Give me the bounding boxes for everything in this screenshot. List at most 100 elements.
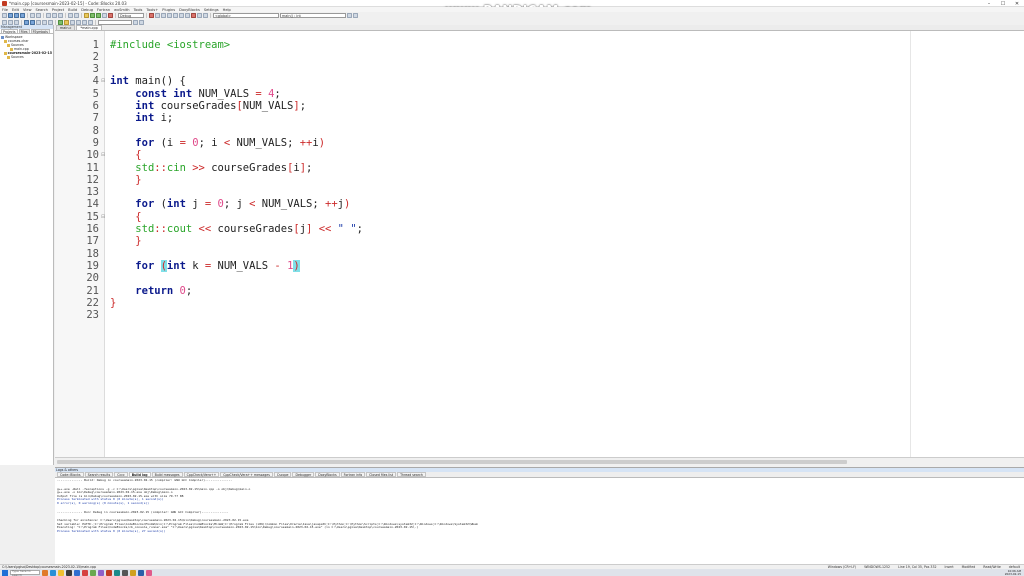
logs-tab[interactable]: DoxyBlocks [315,472,340,477]
taskbar-search-input[interactable]: Type here to search [10,569,40,576]
code-line[interactable]: 9 for (i = 0; i < NUM_VALS; ++i) [55,137,1024,149]
editor-tab[interactable]: main.c [56,25,76,30]
logs-tab[interactable]: Cscope [273,472,292,477]
debug-info-button[interactable] [203,13,208,18]
html-docs-button[interactable] [82,19,87,25]
menu-search[interactable]: Search [36,8,48,12]
fold-marker-icon[interactable]: ⊟ [101,75,105,87]
cut-button[interactable] [46,13,51,18]
code-line[interactable]: 12 } [55,174,1024,186]
code-line[interactable]: 5 const int NUM_VALS = 4; [55,88,1024,100]
copy-button[interactable] [52,13,57,18]
horizontal-scrollbar[interactable] [55,457,1024,465]
indent-button[interactable] [42,19,47,25]
taskbar-app-icon[interactable] [90,569,96,576]
editor-tab[interactable]: *main.cpp [76,25,102,30]
logs-tab[interactable]: Thread search [397,472,426,477]
paste-button[interactable] [58,13,63,18]
logs-tab[interactable]: CppCheck/Vera++ messages [220,472,273,477]
code-line[interactable]: 2 [55,51,1024,63]
code-completion-select[interactable] [98,19,132,25]
chm-docs-button[interactable] [88,19,93,25]
build-target-select[interactable]: Debug [118,13,144,18]
code-line[interactable]: 4 ⊟ int main() { [55,75,1024,87]
logs-tab[interactable]: CppCheck/Vera++ [183,472,220,477]
logs-tab[interactable]: Search results [84,472,114,477]
menu-view[interactable]: View [23,8,32,12]
code-line[interactable]: 16 std::cout << courseGrades[j] << " "; [55,223,1024,235]
code-line[interactable]: 3 [55,63,1024,75]
run-to-cursor-button[interactable] [155,13,160,18]
management-tab-fsymbols[interactable]: FSymbols [30,29,50,34]
code-line[interactable]: 10 ⊟ { [55,149,1024,161]
logs-tab[interactable]: Cccc [114,472,128,477]
taskbar-app-icon[interactable] [138,569,144,576]
menu-settings[interactable]: Settings [204,8,219,12]
menu-wxsmith[interactable]: wxSmith [114,8,130,12]
taskbar-app-icon[interactable] [122,569,128,576]
unindent-button[interactable] [48,19,53,25]
scrollbar-thumb[interactable] [57,460,847,464]
menu-fortran[interactable]: Fortran [97,8,110,12]
stop-debugger-button[interactable] [191,13,196,18]
code-line[interactable]: 18 [55,248,1024,260]
toggle-bookmark-button[interactable] [2,19,7,25]
step-into-instruction-button[interactable] [185,13,190,18]
run-button[interactable] [90,13,95,18]
code-line[interactable]: 11 std::cin >> courseGrades[i]; [55,162,1024,174]
find-button[interactable] [68,13,73,18]
next-line-button[interactable] [161,13,166,18]
logs-tab[interactable]: Fortran info [340,472,366,477]
maximize-button[interactable]: ☐ [996,0,1010,7]
redo-button[interactable] [36,13,41,18]
step-out-button[interactable] [173,13,178,18]
menu-build[interactable]: Build [68,8,77,12]
taskbar-app-icon[interactable] [106,569,112,576]
save-all-button[interactable] [20,13,25,18]
minimize-button[interactable]: – [982,0,996,7]
taskbar-app-icon[interactable] [98,569,104,576]
debug-windows-button[interactable] [197,13,202,18]
tree-item[interactable]: coursesmain-2023-02-15 [1,51,52,55]
close-button[interactable]: ✕ [1010,0,1024,7]
build-and-run-button[interactable] [96,13,101,18]
menu-tools[interactable]: Tools [134,8,143,12]
extract-docs-button[interactable] [70,19,75,25]
code-line[interactable]: 6 int courseGrades[NUM_VALS]; [55,100,1024,112]
menu-debug[interactable]: Debug [81,8,93,12]
code-line[interactable]: 1 #include <iostream> [55,39,1024,51]
highlight-button[interactable] [139,19,144,25]
menu-help[interactable]: Help [223,8,231,12]
taskbar-app-icon[interactable] [50,569,56,576]
logs-tab[interactable]: Build messages [151,472,183,477]
next-instruction-button[interactable] [179,13,184,18]
replace-button[interactable] [74,13,79,18]
taskbar-app-icon[interactable] [114,569,120,576]
doxyblocks-button[interactable] [58,19,63,25]
code-line[interactable]: 20 [55,272,1024,284]
prev-bookmark-button[interactable] [8,19,13,25]
code-line[interactable]: 15 ⊟ { [55,211,1024,223]
new-file-button[interactable] [2,13,7,18]
system-tray-clock[interactable]: 10:06 AM 2023-02-15 [1005,569,1021,576]
code-line[interactable]: 19 for (int k = NUM_VALS - 1) [55,259,1024,272]
menu-doxyblocks[interactable]: DoxyBlocks [179,8,200,12]
open-file-button[interactable] [8,13,13,18]
logs-tab[interactable]: Code::Blocks [57,472,84,477]
symbol-select[interactable]: main() : int [280,13,346,18]
code-line[interactable]: 17 } [55,235,1024,247]
doxywizard-button[interactable] [64,19,69,25]
management-tab-files[interactable]: Files [18,29,30,34]
management-tab-projects[interactable]: Projects [1,29,18,34]
match-brace-button[interactable] [36,19,41,25]
insert-comment-button[interactable] [76,19,81,25]
rebuild-button[interactable] [102,13,107,18]
menu-plugins[interactable]: Plugins [162,8,175,12]
code-line[interactable]: 23 [55,309,1024,321]
scope-select[interactable]: <global> [213,13,279,18]
menu-tools-[interactable]: Tools+ [146,8,158,12]
build-button[interactable] [84,13,89,18]
step-into-button[interactable] [167,13,172,18]
jump-back-button[interactable] [347,13,352,18]
logs-tab[interactable]: Build log [128,472,151,477]
